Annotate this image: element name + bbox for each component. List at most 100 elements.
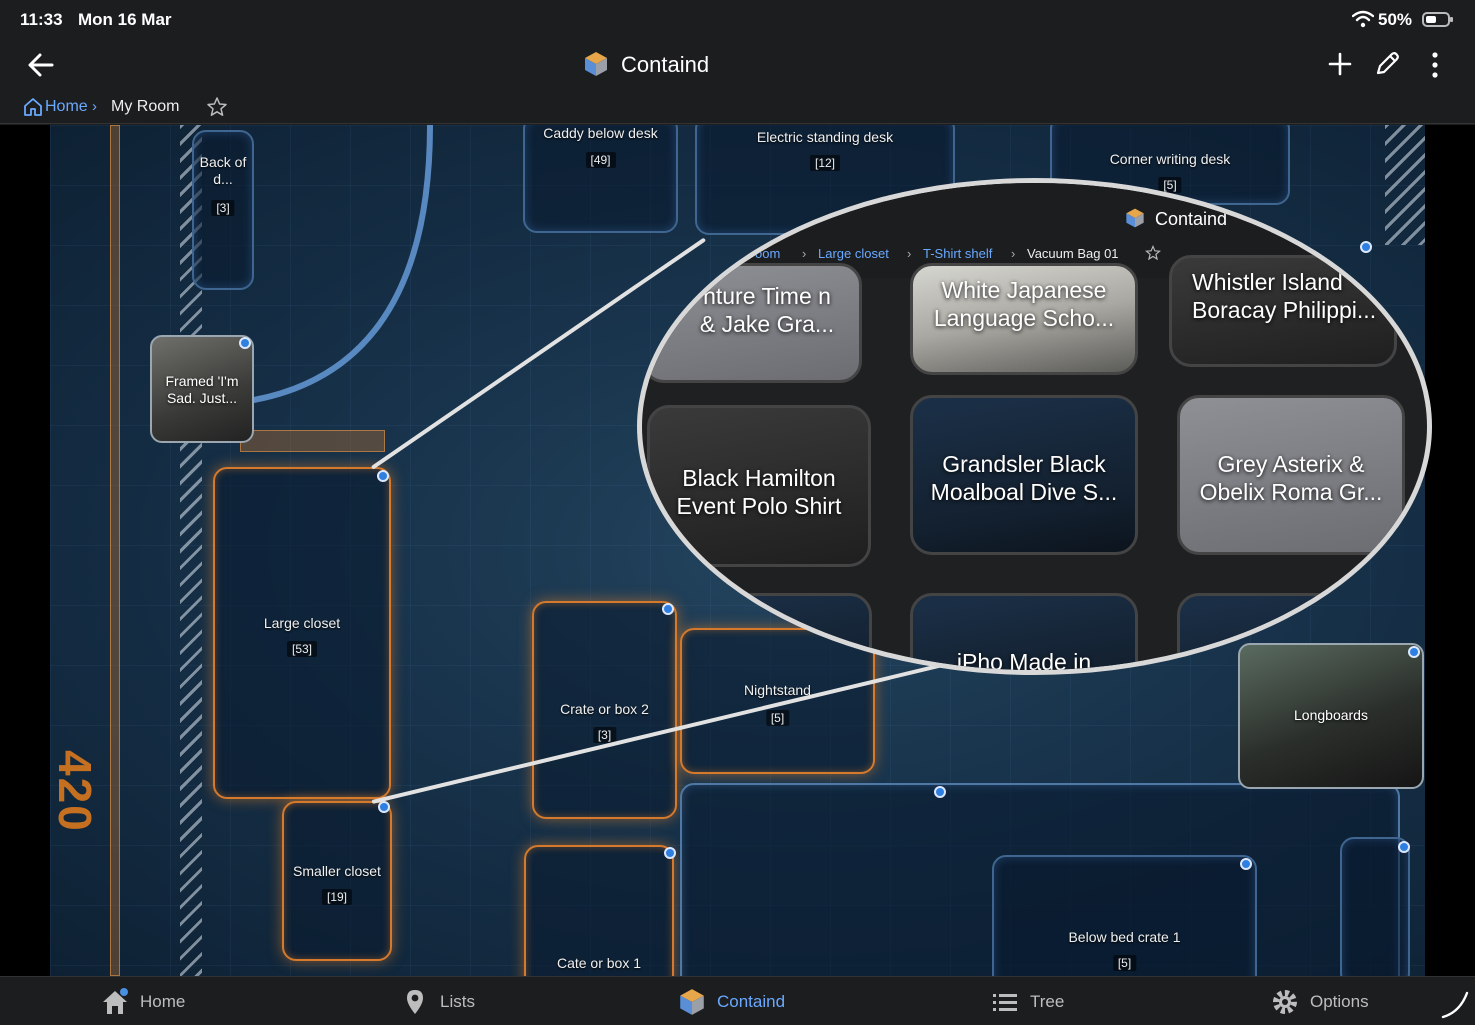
swipe-corner-icon[interactable] bbox=[1440, 990, 1470, 1020]
map-margin-left bbox=[0, 125, 50, 976]
battery-icon bbox=[1422, 12, 1453, 27]
container-count: [53] bbox=[286, 641, 318, 657]
nav-containd[interactable]: Containd bbox=[677, 977, 785, 1025]
edit-pencil-icon[interactable] bbox=[1372, 49, 1402, 79]
zoom-lens-preview: Containd oom › Large closet › T-Shirt sh… bbox=[637, 178, 1432, 675]
breadcrumb-current: My Room bbox=[111, 98, 180, 115]
nav-home[interactable]: Home bbox=[100, 977, 185, 1025]
container-name: Electric standing desk bbox=[756, 129, 894, 145]
nav-label: Lists bbox=[440, 991, 475, 1011]
wall-segment-left bbox=[110, 125, 120, 976]
nav-label: Home bbox=[140, 991, 186, 1011]
item-label: Black Hamilton Event Polo Shirt bbox=[676, 465, 842, 519]
nav-label: Containd bbox=[717, 991, 786, 1011]
container-large-closet[interactable]: Large closet [53] bbox=[213, 467, 391, 799]
item-name: Framed 'I'm Sad. Just... bbox=[165, 373, 239, 406]
item-tile bbox=[1177, 593, 1405, 670]
container-name: Below bed crate 1 bbox=[1068, 929, 1181, 945]
nav-lists[interactable]: Lists bbox=[400, 977, 475, 1025]
status-date: Mon 16 Mar bbox=[78, 10, 172, 29]
container-badge-icon bbox=[1398, 841, 1410, 853]
item-label: Whistler Island Boracay Philippi... bbox=[1192, 269, 1377, 323]
battery-percent: 50% bbox=[1378, 10, 1413, 29]
container-count: [3] bbox=[592, 727, 617, 743]
container-badge-icon bbox=[377, 470, 389, 482]
gear-icon bbox=[1273, 989, 1297, 1014]
item-label: Grey Asterix & Obelix Roma Gr... bbox=[1199, 451, 1383, 505]
item-tile: Grey Asterix & Obelix Roma Gr... bbox=[1177, 395, 1405, 555]
container-back-of-door[interactable]: Back of d... [3] bbox=[192, 130, 254, 290]
photo-badge-icon bbox=[1408, 646, 1420, 658]
favorite-star-icon[interactable] bbox=[206, 96, 228, 118]
status-bar: 11:33 Mon 16 Mar 50% bbox=[0, 0, 1475, 40]
cube-logo-icon bbox=[680, 988, 704, 1015]
container-name: Back of d... bbox=[199, 154, 247, 187]
favorite-star-icon bbox=[1145, 245, 1161, 261]
container-name: Smaller closet bbox=[293, 863, 381, 879]
bottom-nav: Home Lists Containd Tree Options bbox=[0, 976, 1475, 1025]
wifi-icon bbox=[1352, 10, 1374, 28]
breadcrumb: Home › My Room bbox=[0, 90, 1475, 124]
nav-label: Tree bbox=[1030, 991, 1065, 1011]
item-tile: Grandsler Black Moalboal Dive S... bbox=[910, 395, 1138, 555]
list-icon bbox=[993, 993, 1017, 1011]
item-tile: nture Time n & Jake Gra... bbox=[642, 263, 862, 383]
app-bar: Containd bbox=[0, 40, 1475, 90]
container-badge-icon bbox=[1240, 858, 1252, 870]
house-icon bbox=[103, 987, 128, 1014]
item-tile: Whistler Island Boracay Philippi... bbox=[1169, 255, 1397, 367]
item-tile: iPho Made in bbox=[910, 593, 1138, 670]
nav-tree[interactable]: Tree bbox=[990, 977, 1064, 1025]
item-label: Grandsler Black Moalboal Dive S... bbox=[930, 451, 1118, 505]
containd-logo-icon bbox=[1126, 208, 1144, 228]
more-vertical-icon[interactable] bbox=[1425, 50, 1445, 80]
lens-breadcrumb-tshirt-shelf: T-Shirt shelf bbox=[923, 246, 993, 261]
container-count: [19] bbox=[321, 889, 353, 905]
container-badge-icon bbox=[934, 786, 946, 798]
item-framed-photo[interactable]: Framed 'I'm Sad. Just... bbox=[150, 335, 254, 443]
item-tile: White Japanese Language Scho... bbox=[910, 263, 1138, 375]
nav-label: Options bbox=[1310, 991, 1369, 1011]
container-below-bed-crate-1[interactable]: Below bed crate 1 [5] bbox=[992, 855, 1257, 976]
lens-breadcrumb-large-closet: Large closet bbox=[818, 246, 889, 261]
container-count: [12] bbox=[809, 155, 841, 171]
status-time: 11:33 bbox=[20, 10, 63, 29]
app-title: Containd bbox=[621, 52, 710, 77]
pin-icon bbox=[407, 989, 423, 1014]
photo-badge-icon bbox=[1365, 246, 1377, 258]
container-smaller-closet[interactable]: Smaller closet [19] bbox=[282, 801, 392, 961]
lens-title: Containd bbox=[1155, 209, 1228, 229]
lens-breadcrumb-current: Vacuum Bag 01 bbox=[1027, 246, 1119, 261]
container-name: Caddy below desk bbox=[543, 125, 658, 141]
breadcrumb-home[interactable]: Home bbox=[45, 98, 88, 116]
breadcrumb-separator: › bbox=[92, 98, 97, 115]
floor-number: 420 bbox=[50, 750, 101, 833]
item-name: Longboards bbox=[1294, 707, 1368, 723]
container-count: [49] bbox=[585, 152, 616, 168]
wall-shelf bbox=[240, 430, 385, 452]
lens-breadcrumb-room: oom bbox=[755, 246, 781, 261]
container-crate-or-box-1[interactable]: Cate or box 1 bbox=[524, 845, 674, 976]
container-bedside-right[interactable] bbox=[1340, 837, 1410, 976]
container-count: [5] bbox=[765, 710, 790, 726]
item-label: White Japanese Language Scho... bbox=[933, 277, 1115, 331]
container-name: Crate or box 2 bbox=[560, 701, 649, 717]
home-outline-icon[interactable] bbox=[22, 96, 44, 118]
item-tile: Black Hamilton Event Polo Shirt bbox=[647, 405, 871, 567]
back-arrow-icon[interactable] bbox=[24, 48, 58, 82]
add-icon[interactable] bbox=[1326, 50, 1354, 78]
container-name: Large closet bbox=[263, 615, 341, 631]
map-margin-right bbox=[1425, 125, 1475, 976]
container-count: [3] bbox=[211, 200, 235, 216]
container-badge-icon bbox=[664, 847, 676, 859]
container-count: [5] bbox=[1112, 955, 1137, 971]
lens-breadcrumb-sep: › bbox=[802, 246, 807, 261]
item-label: nture Time n & Jake Gra... bbox=[699, 283, 835, 337]
nav-options[interactable]: Options bbox=[1270, 977, 1369, 1025]
lens-breadcrumb-sep: › bbox=[1011, 246, 1016, 261]
containd-logo-icon bbox=[585, 52, 607, 76]
container-badge-icon bbox=[378, 801, 390, 813]
item-tile bbox=[652, 593, 872, 670]
container-name: Cate or box 1 bbox=[556, 955, 642, 971]
lens-breadcrumb-sep: › bbox=[907, 246, 912, 261]
